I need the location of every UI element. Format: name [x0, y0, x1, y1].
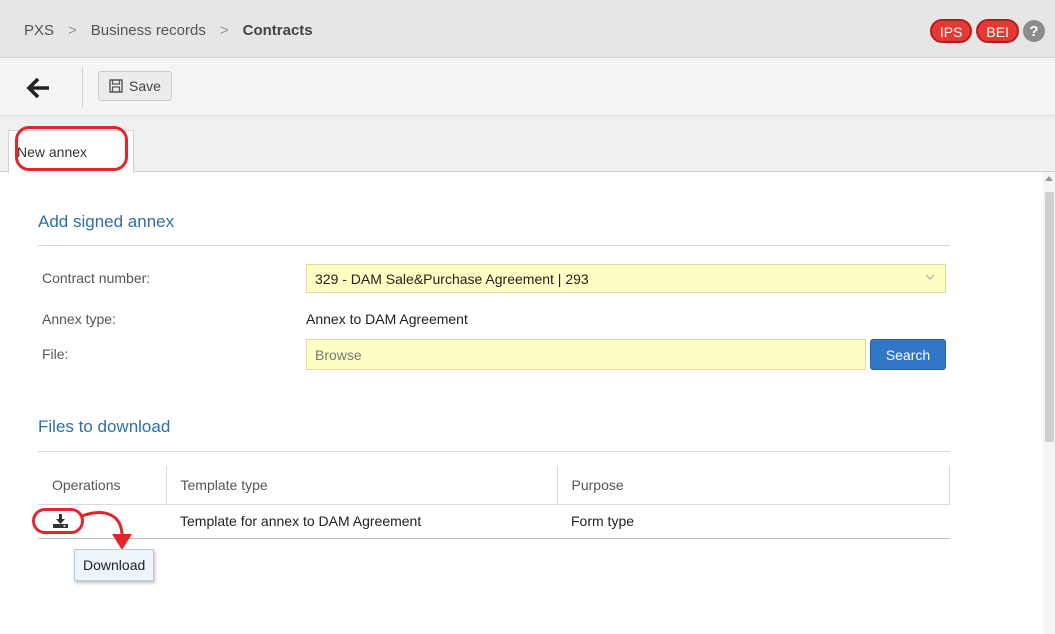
- toolbar: Save: [0, 58, 1055, 116]
- annex-type-label: Annex type:: [42, 311, 116, 327]
- contract-number-select[interactable]: 329 - DAM Sale&Purchase Agreement | 293: [306, 264, 946, 293]
- tab-new-annex[interactable]: New annex: [8, 130, 134, 173]
- template-type-cell: Template for annex to DAM Agreement: [166, 504, 557, 539]
- contract-number-label: Contract number:: [42, 270, 151, 286]
- column-header-template-type[interactable]: Template type: [166, 466, 558, 505]
- save-icon: [109, 79, 123, 93]
- file-browse-input[interactable]: [306, 339, 866, 370]
- add-signed-annex-title: Add signed annex: [38, 212, 175, 231]
- table-row: Template for annex to DAM Agreement Form…: [38, 504, 950, 539]
- chevron-down-icon: [925, 274, 935, 280]
- column-header-operations[interactable]: Operations: [38, 466, 167, 505]
- files-to-download-title: Files to download: [38, 417, 171, 436]
- download-table: Operations Template type Purpose Templat…: [38, 466, 950, 539]
- contract-number-value: 329 - DAM Sale&Purchase Agreement | 293: [315, 271, 589, 287]
- breadcrumb-item-pxs[interactable]: PXS: [24, 22, 54, 39]
- section-divider: [38, 245, 950, 246]
- section-divider: [38, 451, 950, 452]
- top-bar: PXS > Business records > Contracts IPS B…: [0, 0, 1055, 58]
- column-header-purpose[interactable]: Purpose: [557, 466, 950, 505]
- breadcrumb-separator: >: [68, 22, 77, 39]
- file-label: File:: [42, 346, 69, 362]
- toolbar-divider: [82, 66, 83, 108]
- breadcrumb-item-business-records[interactable]: Business records: [91, 22, 206, 39]
- tab-strip: New annex: [0, 116, 1055, 173]
- badge-group: IPS BEI ?: [929, 19, 1045, 43]
- arrow-left-icon[interactable]: [26, 75, 52, 101]
- purpose-cell: Form type: [557, 504, 950, 539]
- download-tooltip: Download: [74, 549, 155, 581]
- bei-badge[interactable]: BEI: [976, 19, 1019, 43]
- table-header-row: Operations Template type Purpose: [38, 466, 950, 505]
- scrollbar-thumb[interactable]: [1045, 192, 1054, 442]
- help-icon[interactable]: ?: [1023, 20, 1045, 42]
- search-button[interactable]: Search: [870, 339, 946, 370]
- annex-type-value: Annex to DAM Agreement: [306, 311, 468, 327]
- scroll-up-arrow[interactable]: [1045, 176, 1053, 181]
- ips-badge[interactable]: IPS: [929, 19, 973, 43]
- breadcrumb-separator: >: [219, 22, 229, 39]
- save-button-label: Save: [129, 78, 161, 94]
- breadcrumb-item-contracts: Contracts: [242, 22, 313, 39]
- save-button[interactable]: Save: [98, 71, 172, 101]
- operations-cell: [38, 504, 166, 539]
- breadcrumb: PXS > Business records > Contracts: [24, 22, 313, 39]
- download-icon[interactable]: [52, 514, 69, 529]
